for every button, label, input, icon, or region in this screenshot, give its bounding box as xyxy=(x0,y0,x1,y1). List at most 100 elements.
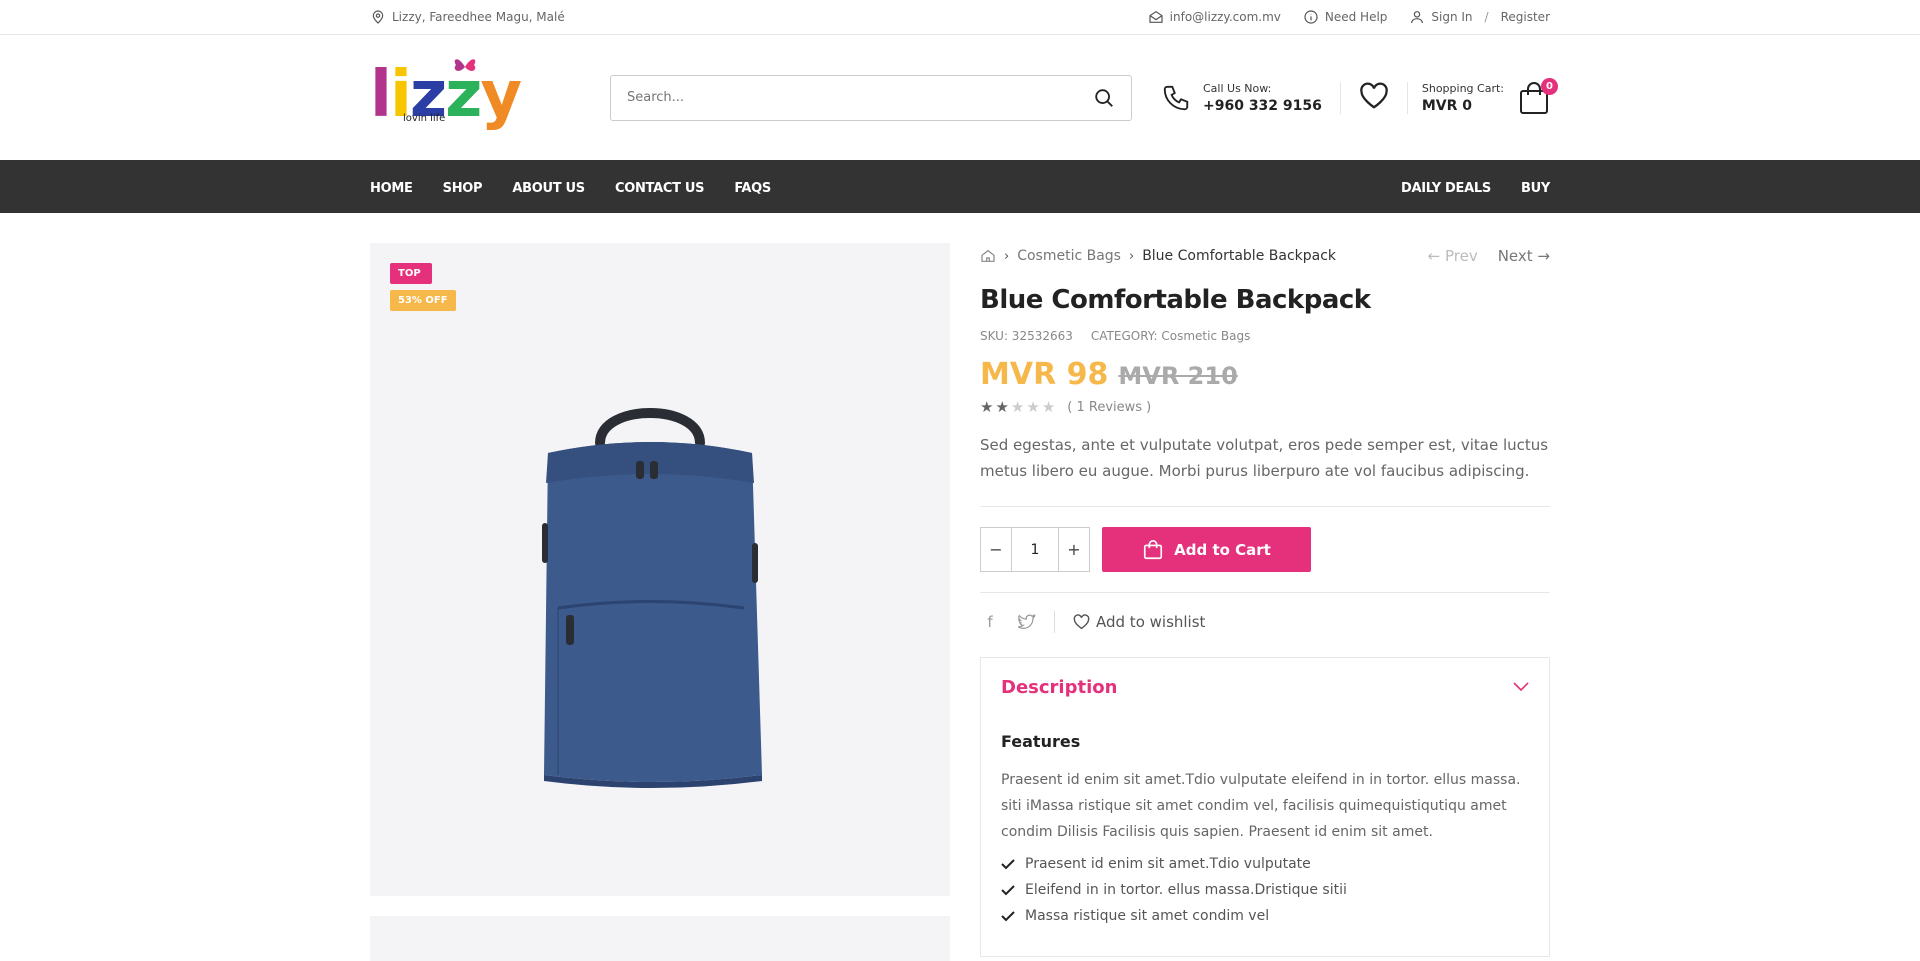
top-label: TOP xyxy=(390,263,432,284)
nav-faqs[interactable]: FAQS xyxy=(734,181,771,196)
qty-input[interactable]: 1 xyxy=(1011,528,1059,571)
qty-increase-button[interactable]: + xyxy=(1059,528,1089,571)
product-rating: ★ ★ ★ ★ ★ ( 1 Reviews ) xyxy=(980,398,1550,416)
nav-home[interactable]: HOME xyxy=(370,181,413,196)
info-icon xyxy=(1304,10,1318,24)
list-item-text: Praesent id enim sit amet.Tdio vulputate xyxy=(1025,856,1311,872)
check-icon xyxy=(1001,885,1015,896)
star-icon: ★ xyxy=(1026,398,1040,416)
share-row: f Add to wishlist xyxy=(980,593,1550,651)
envelope-icon xyxy=(1149,10,1163,23)
main-nav: HOME SHOP ABOUT US CONTACT US FAQS DAILY… xyxy=(0,160,1920,213)
breadcrumb-chevron: › xyxy=(1004,248,1010,264)
quantity-stepper: − 1 + xyxy=(980,527,1090,572)
add-to-wishlist-link[interactable]: Add to wishlist xyxy=(1073,613,1205,631)
call-label: Call Us Now: xyxy=(1202,81,1272,95)
email-link[interactable]: info@lizzy.com.mv xyxy=(1148,9,1281,25)
prev-product-link[interactable]: ← Prev xyxy=(1428,247,1478,265)
nav-contact-us[interactable]: CONTACT US xyxy=(615,181,705,196)
user-icon xyxy=(1411,11,1424,24)
product-thumbnail[interactable] xyxy=(370,916,950,961)
backpack-image xyxy=(542,408,762,788)
check-icon xyxy=(1001,911,1015,922)
product-short-description: Sed egestas, ante et vulputate volutpat,… xyxy=(980,432,1550,507)
price-new: MVR 98 xyxy=(980,357,1109,392)
product-details: › Cosmetic Bags › Blue Comfortable Backp… xyxy=(980,243,1550,961)
rating-stars: ★ ★ ★ ★ ★ xyxy=(980,398,1055,416)
features-text: Praesent id enim sit amet.Tdio vulputate… xyxy=(1001,772,1521,840)
check-icon xyxy=(1001,859,1015,870)
product-category[interactable]: CATEGORY: Cosmetic Bags xyxy=(1091,329,1250,343)
list-item: Massa ristique sit amet condim vel xyxy=(1001,903,1529,929)
description-accordion: Description Features Praesent id enim si… xyxy=(980,657,1550,957)
breadcrumb-chevron: › xyxy=(1128,248,1135,264)
call-us[interactable]: Call Us Now: +960 332 9156 xyxy=(1161,81,1341,114)
accordion-header[interactable]: Description xyxy=(1001,658,1529,716)
search-box xyxy=(610,74,1132,121)
phone-icon xyxy=(1163,85,1189,110)
list-item: Praesent id enim sit amet.Tdio vulputate xyxy=(1001,851,1529,877)
shopping-bag-icon xyxy=(1144,539,1163,559)
reviews-link[interactable]: ( 1 Reviews ) xyxy=(1067,400,1151,415)
buy-row: − 1 + Add to Cart xyxy=(980,507,1550,593)
breadcrumb-current: Blue Comfortable Backpack xyxy=(1142,248,1337,264)
header: lizzy lovin life Call Us Now: +960 332 9… xyxy=(0,35,1920,160)
share-divider xyxy=(1054,611,1055,633)
next-product-link[interactable]: Next → xyxy=(1498,247,1550,265)
nav-about-us[interactable]: ABOUT US xyxy=(512,181,585,196)
star-icon: ★ xyxy=(980,398,994,416)
star-icon: ★ xyxy=(1010,398,1025,416)
next-label: Next xyxy=(1497,247,1533,265)
star-icon: ★ xyxy=(995,398,1009,416)
logo-letter: y xyxy=(480,57,522,132)
wishlist-button[interactable] xyxy=(1341,81,1408,114)
butterfly-icon xyxy=(454,58,476,71)
price-old: MVR 210 xyxy=(1118,362,1238,390)
cart-label: Shopping Cart: xyxy=(1421,81,1504,95)
breadcrumb: › Cosmetic Bags › Blue Comfortable Backp… xyxy=(980,243,1550,269)
facebook-icon[interactable]: f xyxy=(980,613,1000,631)
cart-count-badge: 0 xyxy=(1541,77,1558,95)
discount-label: 53% OFF xyxy=(390,290,456,311)
chevron-down-icon xyxy=(1513,682,1529,692)
heart-icon xyxy=(1360,82,1388,109)
address: Lizzy, Fareedhee Magu, Malé xyxy=(370,9,565,25)
product-main-image[interactable]: TOP 53% OFF xyxy=(370,243,950,896)
account-separator: / xyxy=(1484,10,1489,24)
features-list: Praesent id enim sit amet.Tdio vulputate… xyxy=(1001,851,1529,929)
search-input[interactable] xyxy=(627,90,1093,105)
twitter-icon[interactable] xyxy=(1018,614,1036,630)
account-links: Sign In / Register xyxy=(1409,9,1550,25)
top-bar: Lizzy, Fareedhee Magu, Malé info@lizzy.c… xyxy=(0,0,1920,35)
logo-letter: l xyxy=(370,57,392,132)
product-gallery: TOP 53% OFF xyxy=(370,243,950,961)
logo-tagline: lovin life xyxy=(403,112,446,124)
heart-icon xyxy=(1073,614,1090,630)
list-item: Eleifend in in tortor. ellus massa.Drist… xyxy=(1001,877,1529,903)
qty-decrease-button[interactable]: − xyxy=(981,528,1011,571)
register-link[interactable]: Register xyxy=(1501,10,1550,24)
product-price: MVR 98 MVR 210 xyxy=(980,357,1550,392)
help-link[interactable]: Need Help xyxy=(1303,9,1388,25)
list-item-text: Massa ristique sit amet condim vel xyxy=(1025,908,1270,924)
breadcrumb-category[interactable]: Cosmetic Bags xyxy=(1017,248,1121,264)
star-icon: ★ xyxy=(1041,398,1056,416)
cart-total: MVR 0 xyxy=(1421,97,1473,114)
prev-label: Prev xyxy=(1444,247,1478,265)
search-icon[interactable] xyxy=(1093,87,1115,109)
email-text: info@lizzy.com.mv xyxy=(1169,10,1281,24)
home-icon[interactable] xyxy=(980,248,996,264)
nav-buy[interactable]: BUY xyxy=(1521,181,1550,196)
nav-shop[interactable]: SHOP xyxy=(443,181,483,196)
nav-daily-deals[interactable]: DAILY DEALS xyxy=(1401,181,1491,196)
logo[interactable]: lizzy lovin life xyxy=(370,53,610,143)
product-section: TOP 53% OFF › Cosmetic Bags › Blue Comfo… xyxy=(0,213,1920,961)
add-to-cart-button[interactable]: Add to Cart xyxy=(1102,527,1311,572)
map-pin-icon xyxy=(372,10,384,24)
cart-button[interactable]: Shopping Cart: MVR 0 0 xyxy=(1408,77,1558,115)
features-heading: Features xyxy=(1001,732,1081,751)
help-text: Need Help xyxy=(1324,10,1388,24)
sign-in-link[interactable]: Sign In xyxy=(1431,10,1472,24)
list-item-text: Eleifend in in tortor. ellus massa.Drist… xyxy=(1025,882,1347,898)
product-sku: SKU: 32532663 xyxy=(980,329,1073,343)
